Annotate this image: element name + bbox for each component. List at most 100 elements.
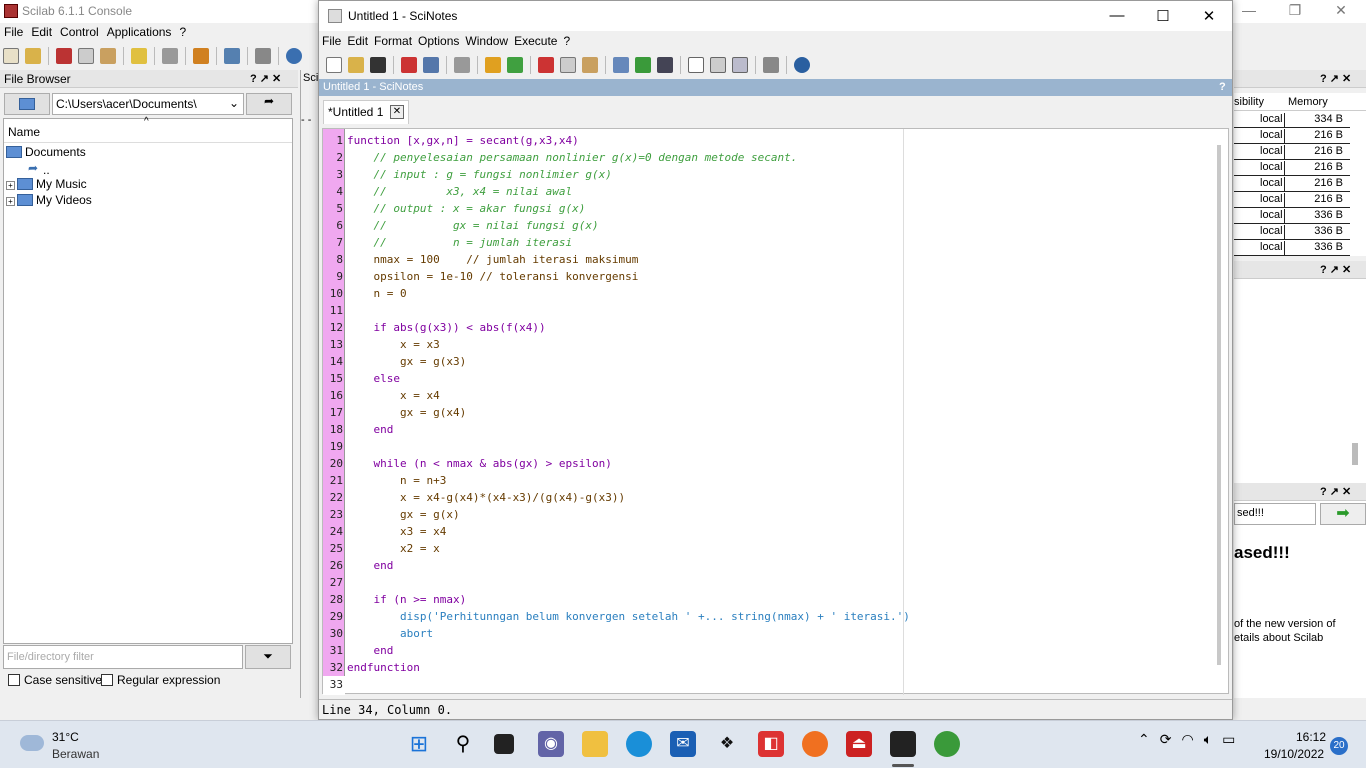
mail-icon[interactable]: ✉: [670, 731, 696, 757]
code-line[interactable]: x = x4-g(x4)*(x4-x3)/(g(x4)-g(x3)): [347, 491, 625, 504]
code-line[interactable]: gx = g(x3): [347, 355, 466, 368]
code-line[interactable]: x = x4: [347, 389, 440, 402]
new-file-icon[interactable]: [3, 48, 19, 64]
file-browser-controls[interactable]: ? ↗ ✕: [250, 72, 281, 85]
code-line[interactable]: opsilon = 1e-10 // toleransi konvergensi: [347, 270, 638, 283]
code-line[interactable]: // input : g = fungsi nonlimier g(x): [347, 168, 611, 181]
scilab-taskbar-icon[interactable]: [890, 731, 916, 757]
news-next-button[interactable]: ➡: [1320, 503, 1366, 525]
maximize-button[interactable]: ☐: [1148, 7, 1178, 25]
code-line[interactable]: else: [347, 372, 400, 385]
visibility-column[interactable]: sibility: [1234, 96, 1264, 108]
path-combobox[interactable]: C:\Users\acer\Documents\ ⌄: [52, 93, 244, 115]
paste-icon[interactable]: [582, 57, 598, 73]
regex-checkbox[interactable]: Regular expression: [101, 673, 220, 687]
code-line[interactable]: // penyelesaian persamaan nonlinier g(x)…: [347, 151, 797, 164]
run-selection-icon[interactable]: [710, 57, 726, 73]
chat-icon[interactable]: ◉: [538, 731, 564, 757]
cut-icon[interactable]: [56, 48, 72, 64]
cut-icon[interactable]: [538, 57, 554, 73]
close-button[interactable]: ✕: [1194, 7, 1224, 25]
minimize-button[interactable]: —: [1102, 7, 1132, 25]
code-line[interactable]: x = x3: [347, 338, 440, 351]
code-line[interactable]: function [x,gx,n] = secant(g,x3,x4): [347, 134, 579, 147]
case-sensitive-checkbox[interactable]: Case sensitive: [8, 673, 102, 687]
menu-options[interactable]: Options: [415, 32, 462, 50]
code-line[interactable]: if abs(g(x3)) < abs(f(x4)): [347, 321, 545, 334]
new-file-icon[interactable]: [326, 57, 342, 73]
clock-time[interactable]: 16:12: [1296, 730, 1326, 744]
copy-icon[interactable]: [560, 57, 576, 73]
menu-edit[interactable]: Edit: [344, 32, 371, 50]
clock-date[interactable]: 19/10/2022: [1264, 747, 1324, 761]
menu-format[interactable]: Format: [371, 32, 415, 50]
variable-row[interactable]: local 216 B: [1234, 192, 1350, 208]
name-column-header[interactable]: Name ^: [4, 116, 292, 143]
expand-icon[interactable]: +: [6, 197, 15, 206]
weather-temperature[interactable]: 31°C: [52, 730, 79, 744]
acrobat-reader-icon[interactable]: ⏏: [846, 731, 872, 757]
news-body-line[interactable]: etails about Scilab: [1234, 631, 1336, 645]
paste-icon[interactable]: [100, 48, 116, 64]
wifi-icon[interactable]: ◠: [1181, 731, 1193, 748]
code-line[interactable]: end: [347, 644, 393, 657]
print-icon[interactable]: [162, 48, 178, 64]
browse-folder-button[interactable]: [4, 93, 50, 115]
variable-row[interactable]: local 336 B: [1234, 208, 1350, 224]
expand-icon[interactable]: +: [6, 181, 15, 190]
code-line[interactable]: nmax = 100 // jumlah iterasi maksimum: [347, 253, 638, 266]
news-feed-controls[interactable]: ? ↗ ✕: [1320, 485, 1351, 498]
code-line[interactable]: endfunction: [347, 661, 420, 674]
editor-scrollbar[interactable]: [1217, 145, 1221, 665]
weather-description[interactable]: Berawan: [52, 747, 99, 761]
console-minimize-button[interactable]: —: [1234, 2, 1264, 20]
variable-row[interactable]: local 334 B: [1234, 112, 1350, 128]
history-scrollbar[interactable]: [1352, 443, 1358, 465]
news-search-input[interactable]: sed!!!: [1234, 503, 1316, 525]
history-controls[interactable]: ? ↗ ✕: [1320, 263, 1351, 276]
windows-start-icon[interactable]: ⊞: [406, 731, 432, 757]
code-line[interactable]: gx = g(x): [347, 508, 460, 521]
print-icon[interactable]: [454, 57, 470, 73]
preferences-icon[interactable]: [255, 48, 271, 64]
variable-browser-controls[interactable]: ? ↗ ✕: [1320, 72, 1351, 85]
tree-item-parent[interactable]: ➦ ..: [28, 161, 50, 177]
file-filter-input[interactable]: File/directory filter: [3, 645, 243, 669]
code-editor[interactable]: 1 function [x,gx,n] = secant(g,x3,x4) 2 //…: [322, 128, 1229, 695]
code-line[interactable]: // output : x = akar fungsi g(x): [347, 202, 585, 215]
firefox-icon[interactable]: [802, 731, 828, 757]
console-panel-strip[interactable]: Sci - -: [300, 70, 320, 698]
open-folder-icon[interactable]: [25, 48, 41, 64]
go-path-button[interactable]: ➦: [246, 93, 292, 115]
task-view-icon[interactable]: [494, 734, 514, 754]
code-line[interactable]: n = 0: [347, 287, 406, 300]
tab-untitled-1[interactable]: *Untitled 1 ✕: [323, 100, 409, 124]
find-replace-icon[interactable]: [613, 57, 629, 73]
console-restore-button[interactable]: ❐: [1280, 2, 1310, 20]
module-manager-icon[interactable]: [193, 48, 209, 64]
code-line[interactable]: gx = g(x4): [347, 406, 466, 419]
console-menu-file[interactable]: File: [0, 23, 27, 41]
chevron-down-icon[interactable]: ⌄: [229, 96, 239, 110]
file-explorer-icon[interactable]: [582, 731, 608, 757]
code-line[interactable]: end: [347, 559, 393, 572]
run-icon[interactable]: [688, 57, 704, 73]
run-to-cursor-icon[interactable]: [732, 57, 748, 73]
menu-file[interactable]: File: [319, 32, 344, 50]
gear-icon[interactable]: [286, 48, 302, 64]
variable-row[interactable]: local 336 B: [1234, 240, 1350, 256]
code-line[interactable]: x2 = x: [347, 542, 440, 555]
variable-row[interactable]: local 216 B: [1234, 144, 1350, 160]
code-area[interactable]: 1 function [x,gx,n] = secant(g,x3,x4) 2 //…: [330, 132, 1207, 692]
code-line[interactable]: x3 = x4: [347, 525, 446, 538]
dropbox-icon[interactable]: ❖: [714, 731, 740, 757]
chrome-icon[interactable]: [934, 731, 960, 757]
cloud-icon[interactable]: [20, 735, 44, 751]
save-as-icon[interactable]: [423, 57, 439, 73]
tree-item-documents[interactable]: Documents: [6, 145, 86, 159]
console-menu-control[interactable]: Control: [56, 23, 103, 41]
tree-item-my-videos[interactable]: + My Videos: [6, 193, 92, 207]
undo-icon[interactable]: [485, 57, 501, 73]
menu-window[interactable]: Window: [462, 32, 511, 50]
save-icon[interactable]: [401, 57, 417, 73]
